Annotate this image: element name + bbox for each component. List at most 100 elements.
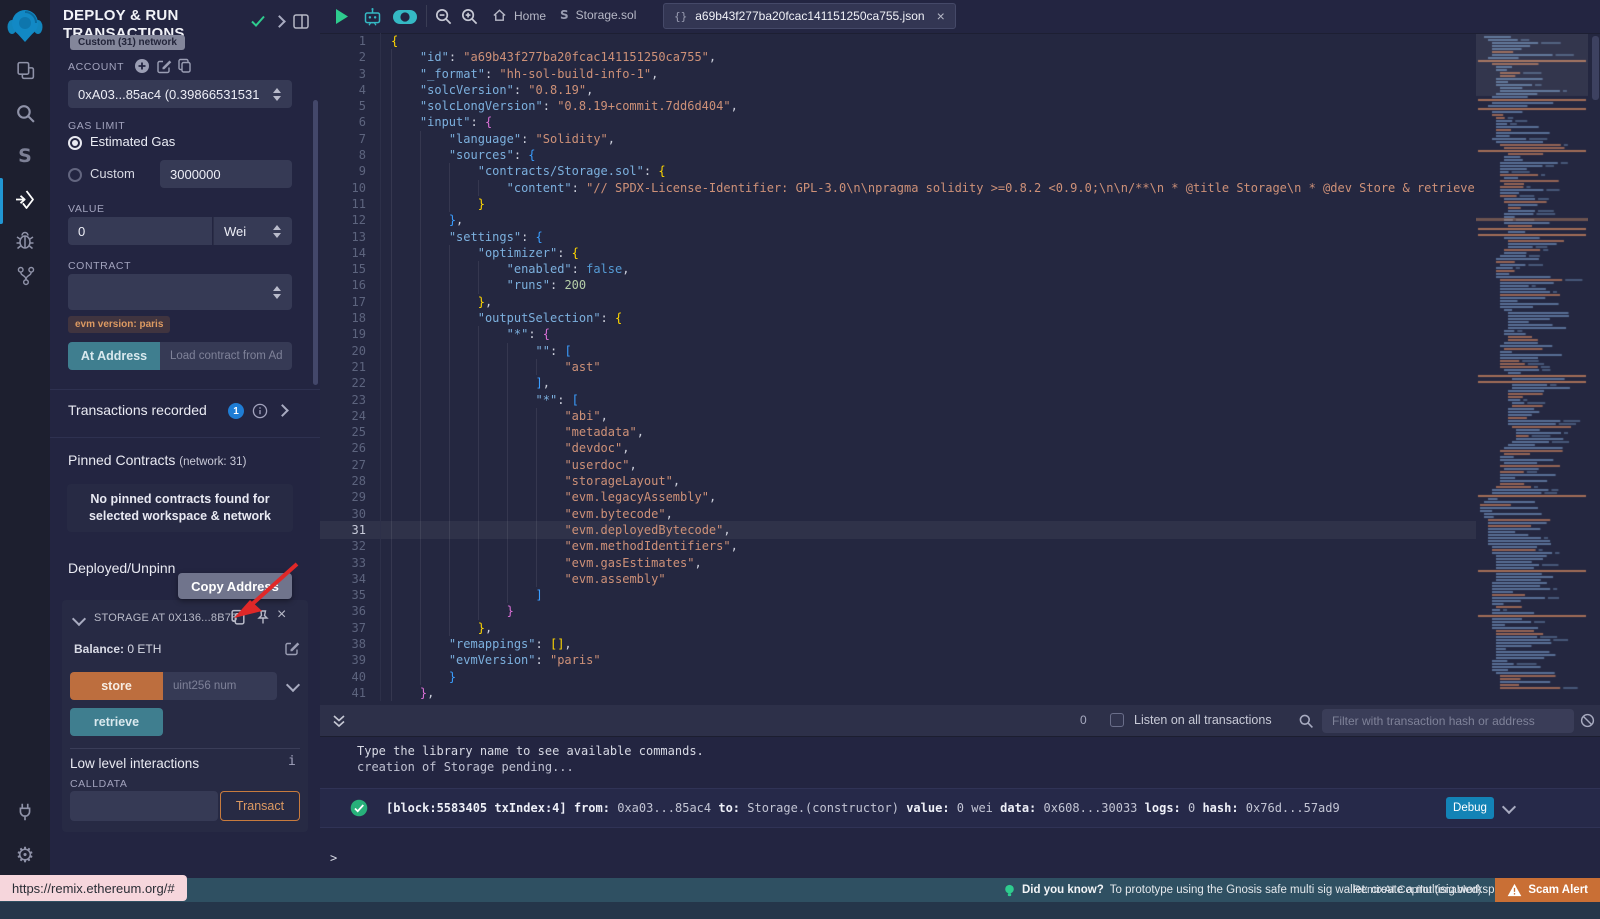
- panel-columns-icon[interactable]: [293, 14, 309, 34]
- calldata-input[interactable]: [70, 791, 218, 821]
- transaction-log-row[interactable]: [block:5583405 txIndex:4] from: 0xa03...…: [320, 788, 1600, 828]
- file-explorer-icon[interactable]: [13, 58, 37, 82]
- divider: [50, 437, 320, 438]
- edit-balance-icon[interactable]: [284, 640, 300, 661]
- copy-account-icon[interactable]: [177, 58, 193, 79]
- editor-scrollbar[interactable]: [1592, 36, 1599, 100]
- custom-gas-input[interactable]: 3000000: [160, 160, 292, 188]
- terminal-prompt[interactable]: >: [330, 851, 337, 865]
- remix-logo-icon[interactable]: [7, 6, 43, 44]
- code-line: 30 "evm.bytecode",: [320, 506, 1476, 522]
- contract-instance-title[interactable]: STORAGE AT 0X136...8B78: [94, 612, 237, 624]
- settings-gear-icon[interactable]: ⚙: [13, 843, 37, 867]
- at-address-button[interactable]: At Address: [68, 342, 160, 370]
- code-editor[interactable]: 1{2 "id": "a69b43f277ba20fcac141151250ca…: [320, 33, 1476, 705]
- retrieve-button[interactable]: retrieve: [70, 708, 163, 736]
- solidity-file-icon: S: [560, 8, 569, 22]
- line-number: 18: [320, 310, 380, 326]
- code-line: 18 "outputSelection": {: [320, 310, 1476, 326]
- zoom-out-icon[interactable]: [434, 7, 453, 31]
- copilot-toggle-icon[interactable]: [392, 9, 418, 30]
- plugin-manager-icon[interactable]: [13, 800, 37, 824]
- estimated-gas-radio[interactable]: [68, 136, 82, 150]
- edit-account-icon[interactable]: [156, 58, 172, 79]
- code-line: 5 "solcLongVersion": "0.8.19+commit.7dd6…: [320, 98, 1476, 114]
- code-line: 29 "evm.legacyAssembly",: [320, 489, 1476, 505]
- listen-all-label: Listen on all transactions: [1134, 713, 1272, 727]
- clear-console-icon[interactable]: [1580, 713, 1595, 733]
- window-edge: [0, 902, 1600, 919]
- line-number: 31: [320, 522, 380, 538]
- collapse-contract-icon[interactable]: [72, 612, 86, 626]
- at-address-input[interactable]: [160, 342, 292, 370]
- collapse-terminal-icon[interactable]: [332, 714, 346, 733]
- close-tab-icon[interactable]: ×: [937, 8, 945, 24]
- low-level-info-icon[interactable]: i: [288, 754, 296, 769]
- active-plugin-indicator: [0, 178, 3, 224]
- terminal-toolbar: 0 Listen on all transactions: [320, 705, 1600, 737]
- code-line: 13 "settings": {: [320, 229, 1476, 245]
- editor-area: Home S Storage.sol {} a69b43f277ba20fcac…: [320, 0, 1600, 705]
- search-icon[interactable]: [13, 101, 37, 125]
- line-number: 12: [320, 212, 380, 228]
- account-select[interactable]: 0xA03...85ac4 (0.39866531531: [68, 80, 292, 108]
- expand-store-args-icon[interactable]: [286, 678, 300, 692]
- uint256-input[interactable]: [163, 672, 277, 700]
- add-account-icon[interactable]: [134, 58, 150, 79]
- zoom-in-icon[interactable]: [460, 7, 479, 31]
- code-line: 10 "content": "// SPDX-License-Identifie…: [320, 180, 1476, 196]
- balance-row: Balance: 0 ETH: [74, 642, 161, 656]
- line-number: 32: [320, 538, 380, 554]
- git-branch-icon[interactable]: [13, 263, 37, 287]
- debugger-icon[interactable]: [13, 228, 37, 252]
- code-line: 40 }: [320, 669, 1476, 685]
- code-line: 38 "remappings": [],: [320, 636, 1476, 652]
- terminal-search-icon: [1298, 713, 1314, 734]
- line-number: 10: [320, 180, 380, 196]
- line-number: 20: [320, 343, 380, 359]
- solidity-compiler-icon[interactable]: S: [13, 144, 37, 168]
- pending-tx-count: 0: [1080, 713, 1087, 727]
- debug-button[interactable]: Debug: [1446, 797, 1494, 819]
- line-number: 5: [320, 98, 380, 114]
- code-line: 4 "solcVersion": "0.8.19",: [320, 82, 1476, 98]
- tx-recorded-expand-icon[interactable]: [276, 404, 289, 417]
- tab-home[interactable]: Home: [492, 8, 546, 23]
- custom-gas-radio[interactable]: [68, 168, 82, 182]
- code-line: 31 "evm.deployedBytecode",: [320, 522, 1476, 538]
- tab-storage-sol[interactable]: S Storage.sol: [560, 8, 636, 22]
- code-line: 3 "_format": "hh-sol-build-info-1",: [320, 66, 1476, 82]
- value-unit-select[interactable]: Wei: [213, 217, 292, 245]
- filter-tx-input[interactable]: [1322, 709, 1574, 733]
- contract-select[interactable]: [68, 274, 292, 310]
- panel-expand-icon[interactable]: [273, 15, 286, 28]
- listen-all-checkbox[interactable]: [1110, 713, 1124, 727]
- info-icon[interactable]: [252, 403, 268, 424]
- ai-assistant-icon[interactable]: [362, 6, 383, 32]
- copilot-status[interactable]: RemixAI Copilot (enabled): [1353, 884, 1481, 896]
- code-line: 7 "language": "Solidity",: [320, 131, 1476, 147]
- terminal-output: Type the library name to see available c…: [357, 743, 704, 775]
- line-number: 29: [320, 489, 380, 505]
- code-line: 15 "enabled": false,: [320, 261, 1476, 277]
- store-button[interactable]: store: [70, 672, 163, 700]
- line-number: 40: [320, 669, 380, 685]
- lightbulb-icon: [1003, 883, 1016, 898]
- run-script-icon[interactable]: [334, 8, 349, 30]
- deploy-run-icon[interactable]: [13, 188, 37, 212]
- code-line: 19 "*": {: [320, 326, 1476, 342]
- account-label: ACCOUNT: [68, 61, 124, 73]
- tab-json-active[interactable]: {} a69b43f277ba20fcac141151250ca755.json…: [663, 3, 956, 29]
- editor-minimap[interactable]: [1476, 34, 1588, 694]
- line-number: 14: [320, 245, 380, 261]
- line-number: 8: [320, 147, 380, 163]
- panel-scrollbar[interactable]: [313, 100, 318, 385]
- code-line: 37 },: [320, 620, 1476, 636]
- line-number: 28: [320, 473, 380, 489]
- tx-count-badge: 1: [228, 403, 244, 419]
- transact-button[interactable]: Transact: [220, 791, 300, 821]
- scam-alert-button[interactable]: Scam Alert: [1495, 878, 1600, 902]
- value-input[interactable]: 0: [68, 217, 212, 245]
- warning-icon: [1507, 883, 1522, 897]
- expand-log-icon[interactable]: [1502, 800, 1516, 814]
